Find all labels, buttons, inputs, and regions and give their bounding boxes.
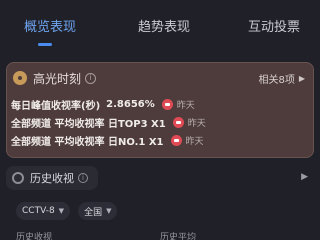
info-icon[interactable]: i (78, 173, 88, 183)
trophy-badge-icon (161, 98, 173, 110)
highlight-row: 全部频道 平均收视率 日TOP3 X1 昨天 (11, 114, 206, 130)
play-arrow-icon: ▶ (298, 74, 305, 83)
highlight-text: 每日峰值收视率(秒) (11, 100, 101, 112)
chevron-down-icon: ▼ (106, 207, 112, 215)
trophy-badge-icon (170, 134, 182, 146)
region-select-value: 全国 (84, 207, 103, 218)
tab-overview[interactable]: 概览表现 (24, 16, 76, 35)
highlights-header: 高光时刻 i (13, 69, 97, 87)
highlight-row: 每日峰值收视率(秒) 2.8656% 昨天 (11, 96, 195, 112)
trophy-badge-icon (172, 116, 184, 128)
region-select[interactable]: 全国 ▼ (78, 202, 118, 220)
history-clock-icon (12, 172, 24, 184)
highlight-day: 昨天 (176, 100, 195, 111)
top-tab-bar: 概览表现 趋势表现 互动投票 (0, 0, 320, 52)
highlight-day: 昨天 (187, 118, 206, 129)
channel-select[interactable]: CCTV-8 ▼ (16, 202, 71, 220)
related-items-link[interactable]: 相关8项 ▶ (258, 71, 305, 86)
chevron-down-icon: ▼ (58, 207, 65, 215)
tab-interactive-vote[interactable]: 互动投票 (248, 16, 300, 35)
tab-trend[interactable]: 趋势表现 (138, 16, 190, 35)
history-section-header: 历史收视 i ▶ (6, 166, 314, 190)
history-filters: CCTV-8 ▼ 全国 ▼ (16, 202, 125, 220)
history-column-label: 历史平均 (160, 233, 197, 240)
highlights-title: 高光时刻 (33, 71, 82, 86)
history-title-pill: 历史收视 i (6, 166, 98, 190)
play-arrow-icon[interactable]: ▶ (301, 172, 308, 182)
highlight-hexagon-icon (13, 71, 27, 85)
channel-select-value: CCTV-8 (22, 206, 55, 216)
info-icon[interactable]: i (85, 72, 97, 84)
active-tab-indicator (38, 43, 52, 46)
highlight-text: 全部频道 平均收视率 日NO.1 X1 (11, 136, 164, 148)
highlight-row: 全部频道 平均收视率 日NO.1 X1 昨天 (11, 132, 204, 148)
history-title: 历史收视 (30, 172, 74, 185)
highlight-text: 全部频道 平均收视率 日TOP3 X1 (11, 118, 166, 130)
related-items-label: 相关8项 (258, 75, 295, 86)
highlight-value: 2.8656% (106, 98, 155, 110)
history-column-label: 历史收视 (16, 233, 53, 240)
highlight-day: 昨天 (185, 136, 204, 147)
